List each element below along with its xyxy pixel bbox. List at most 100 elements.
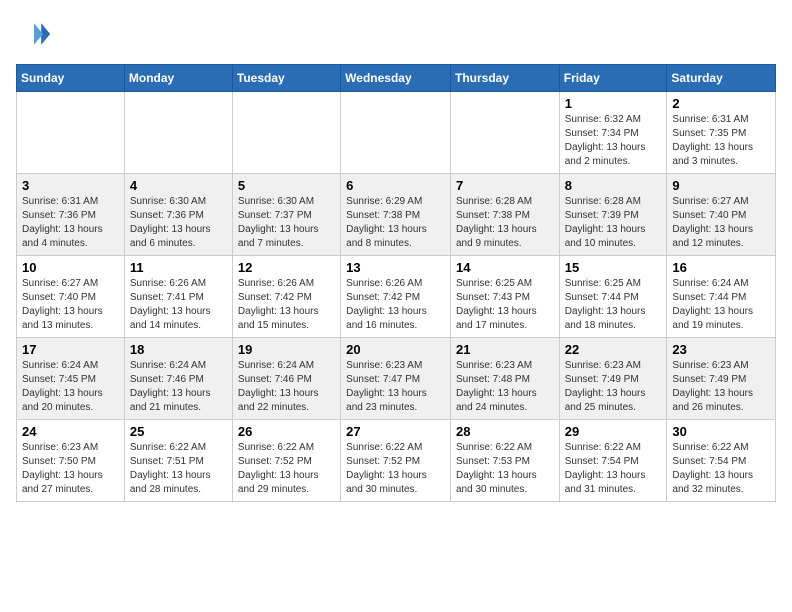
day-number: 29 xyxy=(565,424,662,439)
calendar-day: 14 Sunrise: 6:25 AMSunset: 7:43 PMDayligh… xyxy=(450,256,559,338)
day-info: Sunrise: 6:24 AMSunset: 7:46 PMDaylight:… xyxy=(130,359,227,415)
calendar-table: SundayMondayTuesdayWednesdayThursdayFrid… xyxy=(16,64,776,502)
calendar-day xyxy=(341,92,451,174)
day-number: 24 xyxy=(22,424,119,439)
day-info: Sunrise: 6:29 AMSunset: 7:38 PMDaylight:… xyxy=(346,195,445,251)
day-info: Sunrise: 6:22 AMSunset: 7:54 PMDaylight:… xyxy=(565,441,662,497)
day-number: 22 xyxy=(565,342,662,357)
calendar-week-4: 17 Sunrise: 6:24 AMSunset: 7:45 PMDayligh… xyxy=(17,338,776,420)
weekday-header-friday: Friday xyxy=(559,65,667,92)
calendar-day: 28 Sunrise: 6:22 AMSunset: 7:53 PMDayligh… xyxy=(450,420,559,502)
calendar-day: 13Sunrise: 6:26 AMSunset: 7:42 PMDayligh… xyxy=(341,256,451,338)
day-info: Sunrise: 6:30 AMSunset: 7:36 PMDaylight:… xyxy=(130,195,227,251)
day-number: 3 xyxy=(22,178,119,193)
calendar-day: 15 Sunrise: 6:25 AMSunset: 7:44 PMDayligh… xyxy=(559,256,667,338)
calendar-day: 29 Sunrise: 6:22 AMSunset: 7:54 PMDayligh… xyxy=(559,420,667,502)
day-number: 30 xyxy=(672,424,770,439)
page-header xyxy=(16,16,776,52)
calendar-day: 2 Sunrise: 6:31 AMSunset: 7:35 PMDaylight… xyxy=(667,92,776,174)
calendar-day: 27 Sunrise: 6:22 AMSunset: 7:52 PMDayligh… xyxy=(341,420,451,502)
day-number: 12 xyxy=(238,260,335,275)
day-info: Sunrise: 6:28 AMSunset: 7:38 PMDaylight:… xyxy=(456,195,554,251)
day-number: 17 xyxy=(22,342,119,357)
day-number: 9 xyxy=(672,178,770,193)
day-info: Sunrise: 6:25 AMSunset: 7:43 PMDaylight:… xyxy=(456,277,554,333)
day-info: Sunrise: 6:26 AMSunset: 7:42 PMDaylight:… xyxy=(238,277,335,333)
day-number: 1 xyxy=(565,96,662,111)
day-info: Sunrise: 6:27 AMSunset: 7:40 PMDaylight:… xyxy=(22,277,119,333)
calendar-day: 7 Sunrise: 6:28 AMSunset: 7:38 PMDaylight… xyxy=(450,174,559,256)
calendar-day: 4 Sunrise: 6:30 AMSunset: 7:36 PMDaylight… xyxy=(124,174,232,256)
day-number: 28 xyxy=(456,424,554,439)
calendar-day: 26 Sunrise: 6:22 AMSunset: 7:52 PMDayligh… xyxy=(232,420,340,502)
day-info: Sunrise: 6:23 AMSunset: 7:49 PMDaylight:… xyxy=(565,359,662,415)
day-info: Sunrise: 6:23 AMSunset: 7:49 PMDaylight:… xyxy=(672,359,770,415)
calendar-day: 22 Sunrise: 6:23 AMSunset: 7:49 PMDayligh… xyxy=(559,338,667,420)
day-number: 11 xyxy=(130,260,227,275)
day-info: Sunrise: 6:28 AMSunset: 7:39 PMDaylight:… xyxy=(565,195,662,251)
weekday-header-wednesday: Wednesday xyxy=(341,65,451,92)
calendar-week-3: 10 Sunrise: 6:27 AMSunset: 7:40 PMDayligh… xyxy=(17,256,776,338)
day-info: Sunrise: 6:22 AMSunset: 7:51 PMDaylight:… xyxy=(130,441,227,497)
day-info: Sunrise: 6:30 AMSunset: 7:37 PMDaylight:… xyxy=(238,195,335,251)
weekday-header-tuesday: Tuesday xyxy=(232,65,340,92)
calendar-day: 21 Sunrise: 6:23 AMSunset: 7:48 PMDayligh… xyxy=(450,338,559,420)
day-number: 14 xyxy=(456,260,554,275)
day-number: 19 xyxy=(238,342,335,357)
day-info: Sunrise: 6:23 AMSunset: 7:50 PMDaylight:… xyxy=(22,441,119,497)
calendar-day: 18Sunrise: 6:24 AMSunset: 7:46 PMDayligh… xyxy=(124,338,232,420)
day-info: Sunrise: 6:32 AMSunset: 7:34 PMDaylight:… xyxy=(565,113,662,169)
calendar-day: 11 Sunrise: 6:26 AMSunset: 7:41 PMDayligh… xyxy=(124,256,232,338)
day-info: Sunrise: 6:24 AMSunset: 7:45 PMDaylight:… xyxy=(22,359,119,415)
day-number: 25 xyxy=(130,424,227,439)
calendar-day: 1 Sunrise: 6:32 AMSunset: 7:34 PMDaylight… xyxy=(559,92,667,174)
weekday-header-saturday: Saturday xyxy=(667,65,776,92)
calendar-day: 3 Sunrise: 6:31 AMSunset: 7:36 PMDaylight… xyxy=(17,174,125,256)
calendar-day: 9 Sunrise: 6:27 AMSunset: 7:40 PMDaylight… xyxy=(667,174,776,256)
day-number: 5 xyxy=(238,178,335,193)
day-number: 21 xyxy=(456,342,554,357)
logo-icon xyxy=(16,16,52,52)
calendar-day: 12 Sunrise: 6:26 AMSunset: 7:42 PMDayligh… xyxy=(232,256,340,338)
weekday-header-monday: Monday xyxy=(124,65,232,92)
calendar-day: 5 Sunrise: 6:30 AMSunset: 7:37 PMDaylight… xyxy=(232,174,340,256)
calendar-day xyxy=(232,92,340,174)
calendar-day: 17 Sunrise: 6:24 AMSunset: 7:45 PMDayligh… xyxy=(17,338,125,420)
calendar-day: 19 Sunrise: 6:24 AMSunset: 7:46 PMDayligh… xyxy=(232,338,340,420)
day-number: 20 xyxy=(346,342,445,357)
day-info: Sunrise: 6:31 AMSunset: 7:36 PMDaylight:… xyxy=(22,195,119,251)
day-number: 4 xyxy=(130,178,227,193)
calendar-day: 6 Sunrise: 6:29 AMSunset: 7:38 PMDaylight… xyxy=(341,174,451,256)
day-info: Sunrise: 6:26 AMSunset: 7:41 PMDaylight:… xyxy=(130,277,227,333)
calendar-day: 24 Sunrise: 6:23 AMSunset: 7:50 PMDayligh… xyxy=(17,420,125,502)
day-info: Sunrise: 6:24 AMSunset: 7:46 PMDaylight:… xyxy=(238,359,335,415)
day-number: 2 xyxy=(672,96,770,111)
day-info: Sunrise: 6:24 AMSunset: 7:44 PMDaylight:… xyxy=(672,277,770,333)
logo xyxy=(16,16,56,52)
day-info: Sunrise: 6:22 AMSunset: 7:54 PMDaylight:… xyxy=(672,441,770,497)
day-number: 13 xyxy=(346,260,445,275)
day-number: 27 xyxy=(346,424,445,439)
day-info: Sunrise: 6:23 AMSunset: 7:47 PMDaylight:… xyxy=(346,359,445,415)
day-number: 6 xyxy=(346,178,445,193)
day-number: 10 xyxy=(22,260,119,275)
calendar-week-5: 24 Sunrise: 6:23 AMSunset: 7:50 PMDayligh… xyxy=(17,420,776,502)
calendar-day xyxy=(450,92,559,174)
calendar-week-1: 1 Sunrise: 6:32 AMSunset: 7:34 PMDaylight… xyxy=(17,92,776,174)
day-info: Sunrise: 6:25 AMSunset: 7:44 PMDaylight:… xyxy=(565,277,662,333)
day-info: Sunrise: 6:22 AMSunset: 7:52 PMDaylight:… xyxy=(238,441,335,497)
calendar-day: 8Sunrise: 6:28 AMSunset: 7:39 PMDaylight… xyxy=(559,174,667,256)
calendar-week-2: 3 Sunrise: 6:31 AMSunset: 7:36 PMDaylight… xyxy=(17,174,776,256)
day-info: Sunrise: 6:27 AMSunset: 7:40 PMDaylight:… xyxy=(672,195,770,251)
day-number: 26 xyxy=(238,424,335,439)
day-number: 15 xyxy=(565,260,662,275)
day-info: Sunrise: 6:23 AMSunset: 7:48 PMDaylight:… xyxy=(456,359,554,415)
day-info: Sunrise: 6:31 AMSunset: 7:35 PMDaylight:… xyxy=(672,113,770,169)
day-info: Sunrise: 6:22 AMSunset: 7:52 PMDaylight:… xyxy=(346,441,445,497)
weekday-header-row: SundayMondayTuesdayWednesdayThursdayFrid… xyxy=(17,65,776,92)
calendar-day: 30 Sunrise: 6:22 AMSunset: 7:54 PMDayligh… xyxy=(667,420,776,502)
weekday-header-thursday: Thursday xyxy=(450,65,559,92)
day-info: Sunrise: 6:22 AMSunset: 7:53 PMDaylight:… xyxy=(456,441,554,497)
day-number: 7 xyxy=(456,178,554,193)
calendar-day xyxy=(17,92,125,174)
